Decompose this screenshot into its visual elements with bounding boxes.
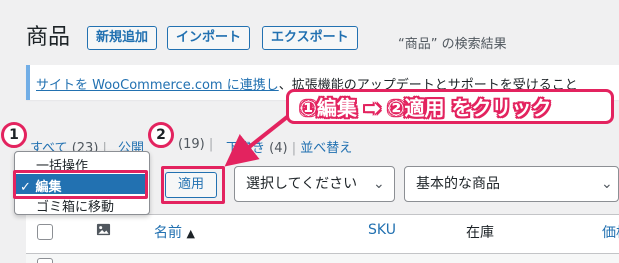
step-1-badge: 1: [1, 122, 27, 148]
annotation-arrow: [224, 108, 298, 167]
step-2-badge: 2: [148, 122, 174, 148]
instruction-text: ①編集 ➡ ②適用 をクリック: [300, 96, 552, 120]
